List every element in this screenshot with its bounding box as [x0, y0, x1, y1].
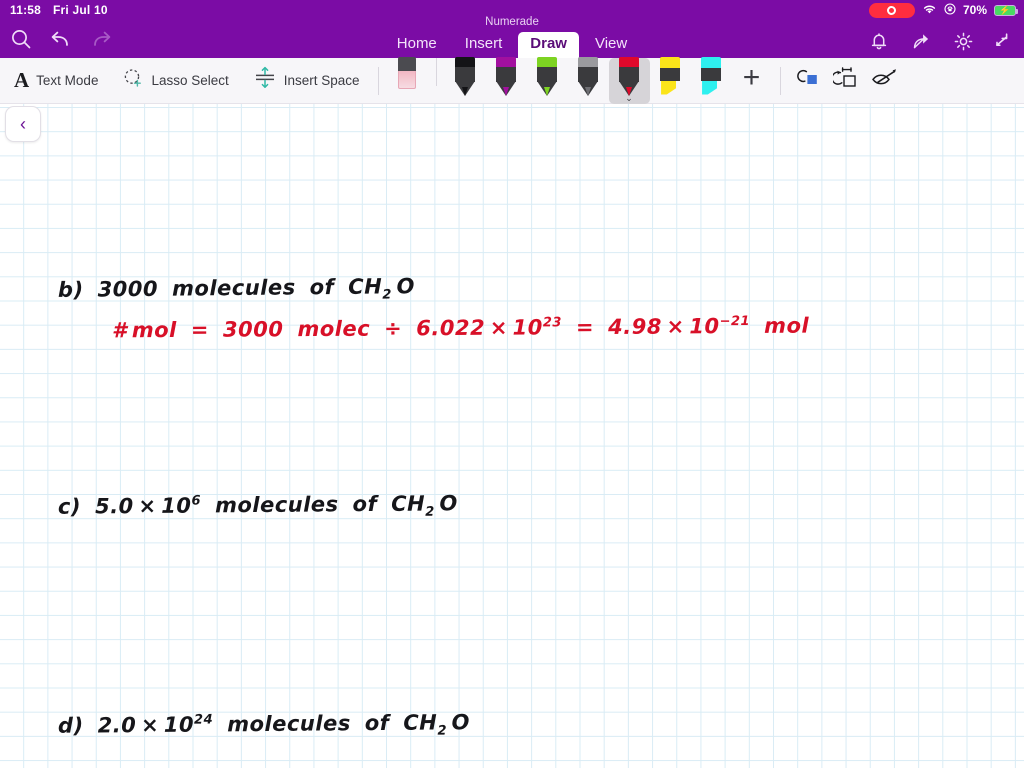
ink-text-nmol: # mol: [111, 317, 177, 343]
highlighter-cyan-icon: [698, 56, 724, 97]
ink-text-c-label: c): [57, 494, 82, 519]
ink-text-b-of: of: [309, 274, 335, 300]
chevron-left-icon: ‹: [20, 114, 26, 134]
tab-insert[interactable]: Insert: [453, 32, 515, 58]
note-line-c: c) 5.0 × 106 molecules of CH2 O: [58, 491, 458, 523]
eraser-icon: [395, 56, 419, 97]
draw-toolbar: A Text Mode Lasso Select Insert Space ⌄ …: [0, 56, 1024, 104]
tab-view[interactable]: View: [583, 32, 639, 58]
pen-green-icon: [534, 56, 560, 97]
lasso-select-icon: [122, 67, 144, 94]
add-pen-button[interactable]: +: [732, 58, 772, 98]
text-mode-label: Text Mode: [36, 73, 99, 88]
ink-unit-molec: molec: [297, 316, 371, 342]
ink-text-d-count: 2.0 × 1024: [97, 712, 214, 738]
lasso-select-label: Lasso Select: [151, 73, 229, 88]
ink-unit-mol: mol: [764, 313, 810, 338]
ribbon-left-icons: [0, 20, 114, 58]
ink-text-b-count: 3000: [97, 276, 159, 302]
ink-text-d-label: d): [57, 713, 84, 738]
ink-num-3000: 3000: [222, 317, 284, 342]
status-time: 11:58: [10, 3, 42, 17]
insert-space-icon: [253, 66, 277, 95]
ink-to-shape-button[interactable]: [789, 61, 827, 101]
pen-magenta[interactable]: [486, 56, 527, 104]
ink-text-c-formula: CH2 O: [391, 491, 458, 520]
ink-text-d-of: of: [364, 710, 390, 736]
ribbon-bar: Numerade Home Insert Draw View: [0, 16, 1024, 58]
ink-avogadro: 6.022 × 1023: [416, 315, 562, 341]
share-icon[interactable]: [908, 28, 934, 54]
ink-text-b-label: b): [57, 277, 84, 302]
pen-green[interactable]: [527, 56, 568, 104]
ink-text-c-word: molecules: [214, 492, 339, 518]
ink-text-b-word: molecules: [171, 275, 296, 301]
insert-space-label: Insert Space: [283, 73, 360, 88]
ink-to-transform-button[interactable]: [827, 61, 865, 101]
ink-to-transform-icon: [830, 66, 859, 95]
note-line-b: b) 3000 molecules of CH2 O: [58, 274, 415, 306]
text-mode-button[interactable]: A Text Mode: [4, 61, 108, 101]
battery-percent: 70%: [962, 3, 987, 17]
highlighter-cyan[interactable]: [691, 56, 732, 104]
letter-a-icon: A: [14, 68, 30, 92]
toolbar-divider-2: [435, 57, 437, 86]
pen-gray[interactable]: [568, 56, 609, 104]
ink-text-b-formula: CH2 O: [348, 274, 415, 303]
ink-div: ÷: [384, 316, 403, 341]
pen-red[interactable]: ⌄: [608, 56, 650, 104]
toolbar-divider-3: [779, 66, 781, 95]
note-line-b-work: # mol = 3000 molec ÷ 6.022 × 1023 = 4.98 × 10−2…: [112, 314, 809, 343]
tab-home[interactable]: Home: [385, 32, 449, 58]
lasso-select-button[interactable]: Lasso Select: [112, 61, 238, 101]
ink-text-d-word: molecules: [227, 711, 351, 737]
highlighter-yellow[interactable]: [650, 56, 691, 104]
tab-draw[interactable]: Draw: [518, 32, 579, 58]
status-bar: 11:58 Fri Jul 10 70% ⚡: [0, 0, 1024, 20]
ink-eq-1: =: [190, 317, 210, 342]
gear-icon[interactable]: [950, 28, 976, 54]
pen-gray-icon: [575, 56, 601, 97]
ribbon-right-icons: [866, 28, 1018, 54]
app-root: 11:58 Fri Jul 10 70% ⚡ Numerade Home Ins…: [0, 0, 1024, 768]
wifi-icon: [922, 3, 937, 18]
redo-icon: [88, 26, 114, 52]
status-date: Fri Jul 10: [53, 3, 108, 17]
collapse-ribbon-icon[interactable]: [992, 28, 1018, 54]
eraser-tool[interactable]: [387, 56, 428, 104]
ink-result: 4.98 × 10−21: [607, 313, 751, 339]
collapse-sidebar-button[interactable]: ‹: [5, 106, 41, 142]
ink-replay-icon: [870, 67, 898, 94]
undo-icon[interactable]: [48, 26, 74, 52]
ink-text-d-formula: CH2 O: [403, 710, 471, 739]
ink-text-c-of: of: [352, 491, 378, 517]
ink-to-shape-icon: [795, 67, 821, 94]
note-line-d: d) 2.0 × 1024 molecules of CH2 O: [58, 710, 470, 742]
record-dot-icon: [887, 5, 897, 15]
battery-charging-icon: ⚡: [994, 4, 1018, 16]
pen-black[interactable]: [445, 56, 486, 104]
search-icon[interactable]: [8, 26, 34, 52]
screen-recording-indicator[interactable]: [868, 2, 915, 18]
bell-icon[interactable]: [866, 28, 892, 54]
ink-replay-button[interactable]: [865, 61, 903, 101]
highlighter-yellow-icon: [657, 56, 683, 97]
ink-eq-2: =: [575, 315, 595, 340]
rotation-lock-icon: [944, 2, 956, 18]
pen-strip: ⌄ +: [387, 56, 772, 104]
pen-red-icon: [616, 56, 642, 97]
ink-text-c-count: 5.0 × 106: [94, 493, 202, 519]
pen-magenta-icon: [493, 56, 519, 97]
pen-options-chevron-down-icon[interactable]: ⌄: [625, 93, 633, 103]
status-right-cluster: 70% ⚡: [868, 2, 1018, 18]
toolbar-divider-1: [377, 66, 379, 95]
insert-space-button[interactable]: Insert Space: [243, 61, 370, 101]
pen-black-icon: [452, 56, 478, 97]
note-canvas[interactable]: b) 3000 molecules of CH2 O # mol = 3000 molec ÷ 6…: [0, 104, 1024, 768]
